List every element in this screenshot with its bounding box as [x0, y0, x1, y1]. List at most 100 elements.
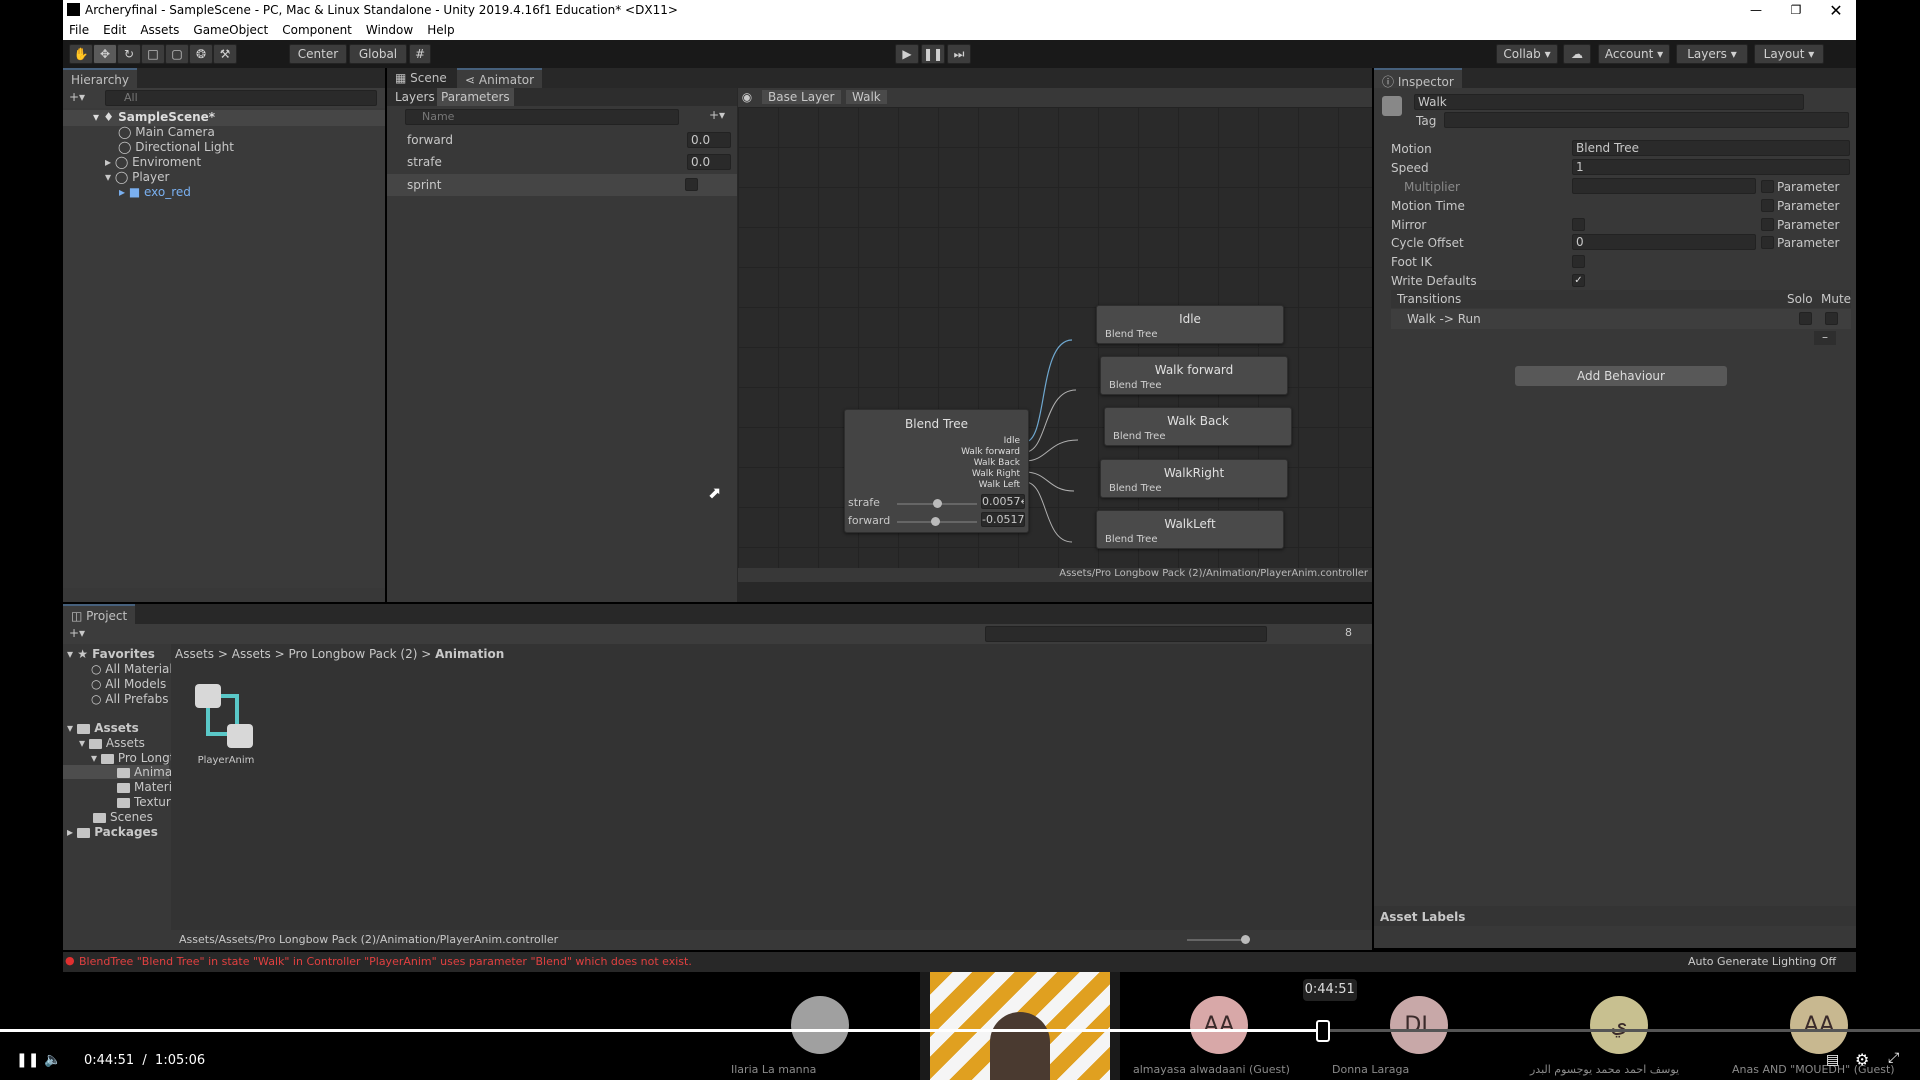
- foot-ik-checkbox[interactable]: [1572, 255, 1585, 268]
- close-icon[interactable]: ✕: [1821, 0, 1851, 20]
- hierarchy-item-main-camera[interactable]: ◯ Main Camera: [63, 125, 215, 139]
- multiplier-param-checkbox[interactable]: [1761, 180, 1774, 193]
- scale-tool-button[interactable]: □: [141, 44, 165, 64]
- rotate-tool-button[interactable]: ↻: [117, 44, 141, 64]
- hierarchy-item-player[interactable]: ▾ ◯ Player: [63, 170, 169, 184]
- menu-assets[interactable]: Assets: [140, 23, 179, 37]
- menu-window[interactable]: Window: [366, 23, 413, 37]
- blend-tree-node[interactable]: Blend Tree Idle Walk forward Walk Back W…: [844, 409, 1029, 533]
- rect-tool-button[interactable]: ▢: [165, 44, 189, 64]
- custom-tool-button[interactable]: ⚒: [213, 44, 237, 64]
- multiplier-dropdown[interactable]: [1572, 178, 1756, 194]
- param-row-forward[interactable]: forward 0.0: [387, 130, 737, 150]
- walk-right-node[interactable]: WalkRight Blend Tree: [1100, 459, 1288, 498]
- restore-icon[interactable]: ❐: [1781, 0, 1811, 20]
- strafe-value-field[interactable]: 0.0057←: [981, 494, 1025, 509]
- crumb-animation[interactable]: Animation: [435, 647, 504, 661]
- participant-avatar-3[interactable]: DL: [1390, 996, 1448, 1054]
- tree-assets[interactable]: ▾ Assets: [79, 736, 145, 750]
- add-button[interactable]: +▾: [69, 90, 85, 104]
- hand-tool-button[interactable]: ✋: [69, 44, 93, 64]
- participant-avatar-4[interactable]: ي: [1590, 996, 1648, 1054]
- solo-checkbox[interactable]: [1799, 312, 1812, 325]
- motion-field[interactable]: Blend Tree: [1572, 140, 1850, 156]
- write-defaults-checkbox[interactable]: ✓: [1572, 274, 1585, 287]
- participant-avatar-2[interactable]: AA: [1190, 996, 1248, 1054]
- strafe-slider[interactable]: [897, 499, 977, 508]
- cloud-button[interactable]: ☁: [1563, 44, 1591, 64]
- tag-field[interactable]: [1444, 112, 1849, 128]
- layout-button[interactable]: Layout ▾: [1754, 44, 1824, 64]
- menu-edit[interactable]: Edit: [103, 23, 126, 37]
- hierarchy-search-input[interactable]: All: [105, 90, 377, 106]
- participant-avatar-5[interactable]: AA: [1790, 996, 1848, 1054]
- tree-scenes[interactable]: Scenes: [93, 810, 153, 824]
- move-tool-button[interactable]: ✥: [93, 44, 117, 64]
- mute-checkbox[interactable]: [1825, 312, 1838, 325]
- pivot-center-button[interactable]: Center: [289, 44, 347, 64]
- layers-button[interactable]: Layers ▾: [1676, 44, 1748, 64]
- transition-row[interactable]: Walk -> Run: [1391, 309, 1851, 329]
- transform-tool-button[interactable]: ❂: [189, 44, 213, 64]
- animator-controller-asset[interactable]: PlayerAnim: [191, 682, 261, 772]
- settings-icon[interactable]: ⚙: [1855, 1050, 1869, 1069]
- expand-icon[interactable]: ⤢: [1888, 1050, 1899, 1066]
- mirror-param-checkbox[interactable]: [1761, 218, 1774, 231]
- tree-materials[interactable]: Materi: [117, 780, 172, 794]
- speed-field[interactable]: 1: [1572, 159, 1850, 175]
- menu-file[interactable]: File: [69, 23, 89, 37]
- participant-avatar-1[interactable]: [791, 996, 849, 1054]
- param-value-field[interactable]: 0.0: [687, 154, 731, 170]
- cycle-offset-field[interactable]: 0: [1572, 234, 1756, 250]
- step-button[interactable]: ⏭: [947, 44, 971, 64]
- param-value-field[interactable]: 0.0: [687, 132, 731, 148]
- favorites-header[interactable]: ▾ ★ Favorites: [67, 647, 155, 661]
- snap-button[interactable]: #: [409, 44, 431, 64]
- idle-node[interactable]: Idle Blend Tree: [1096, 305, 1284, 344]
- hidden-packages-count[interactable]: 8: [1345, 626, 1352, 639]
- menu-gameobject[interactable]: GameObject: [193, 23, 268, 37]
- parameter-search-input[interactable]: Name: [405, 109, 679, 125]
- tab-parameters[interactable]: Parameters: [437, 88, 514, 106]
- video-scrub-handle[interactable]: [1315, 1020, 1330, 1042]
- eye-icon[interactable]: ◉: [738, 90, 756, 104]
- menu-component[interactable]: Component: [282, 23, 352, 37]
- tab-hierarchy[interactable]: Hierarchy: [63, 68, 138, 88]
- play-button[interactable]: ▶: [895, 44, 919, 64]
- crumb-pro-longbow[interactable]: Pro Longbow Pack (2): [289, 647, 418, 661]
- collab-button[interactable]: Collab ▾: [1496, 44, 1558, 64]
- favorite-all-materials[interactable]: ○ All Materials: [91, 662, 179, 676]
- tab-layers[interactable]: Layers: [395, 90, 435, 104]
- captions-icon[interactable]: ▤: [1826, 1052, 1839, 1068]
- minimize-icon[interactable]: —: [1741, 0, 1771, 20]
- tree-pro-longbow[interactable]: ▾ Pro Longt: [91, 751, 174, 765]
- create-button[interactable]: +▾: [69, 626, 85, 640]
- hierarchy-item-exo-red[interactable]: ▸ ■ exo_red: [63, 185, 191, 199]
- hierarchy-item-enviroment[interactable]: ▸ ◯ Enviroment: [63, 155, 201, 169]
- menu-help[interactable]: Help: [427, 23, 454, 37]
- project-search-input[interactable]: [985, 626, 1267, 642]
- tab-inspector[interactable]: ⓘ Inspector: [1374, 68, 1462, 89]
- favorite-all-prefabs[interactable]: ○ All Prefabs: [91, 692, 169, 706]
- animator-graph[interactable]: Blend Tree Idle Walk forward Walk Back W…: [708, 107, 1372, 582]
- hierarchy-item-scene[interactable]: ▾ ♦ SampleScene*: [63, 110, 385, 126]
- state-name-input[interactable]: Walk: [1414, 94, 1804, 110]
- error-message[interactable]: BlendTree "Blend Tree" in state "Walk" i…: [79, 955, 692, 968]
- breadcrumb-base-layer[interactable]: Base Layer: [762, 90, 841, 104]
- tree-textures[interactable]: Textur: [117, 795, 171, 809]
- tab-project[interactable]: ◫ Project: [63, 604, 136, 624]
- favorite-all-models[interactable]: ○ All Models: [91, 677, 166, 691]
- lighting-status[interactable]: Auto Generate Lighting Off: [1688, 955, 1836, 968]
- forward-slider[interactable]: [897, 517, 977, 526]
- motion-time-param-checkbox[interactable]: [1761, 199, 1774, 212]
- video-progress-track[interactable]: [0, 1029, 1920, 1032]
- crumb-assets[interactable]: Assets: [175, 647, 214, 661]
- icon-size-slider[interactable]: [1187, 935, 1250, 944]
- tab-scene[interactable]: ▦ Scene: [387, 68, 455, 88]
- add-parameter-button[interactable]: +▾: [709, 108, 725, 122]
- pause-button[interactable]: ❚❚: [921, 44, 945, 64]
- forward-value-field[interactable]: -0.0517: [981, 512, 1025, 527]
- walk-left-node[interactable]: WalkLeft Blend Tree: [1096, 510, 1284, 549]
- account-button[interactable]: Account ▾: [1598, 44, 1670, 64]
- tree-assets-root[interactable]: ▾ Assets: [67, 721, 139, 735]
